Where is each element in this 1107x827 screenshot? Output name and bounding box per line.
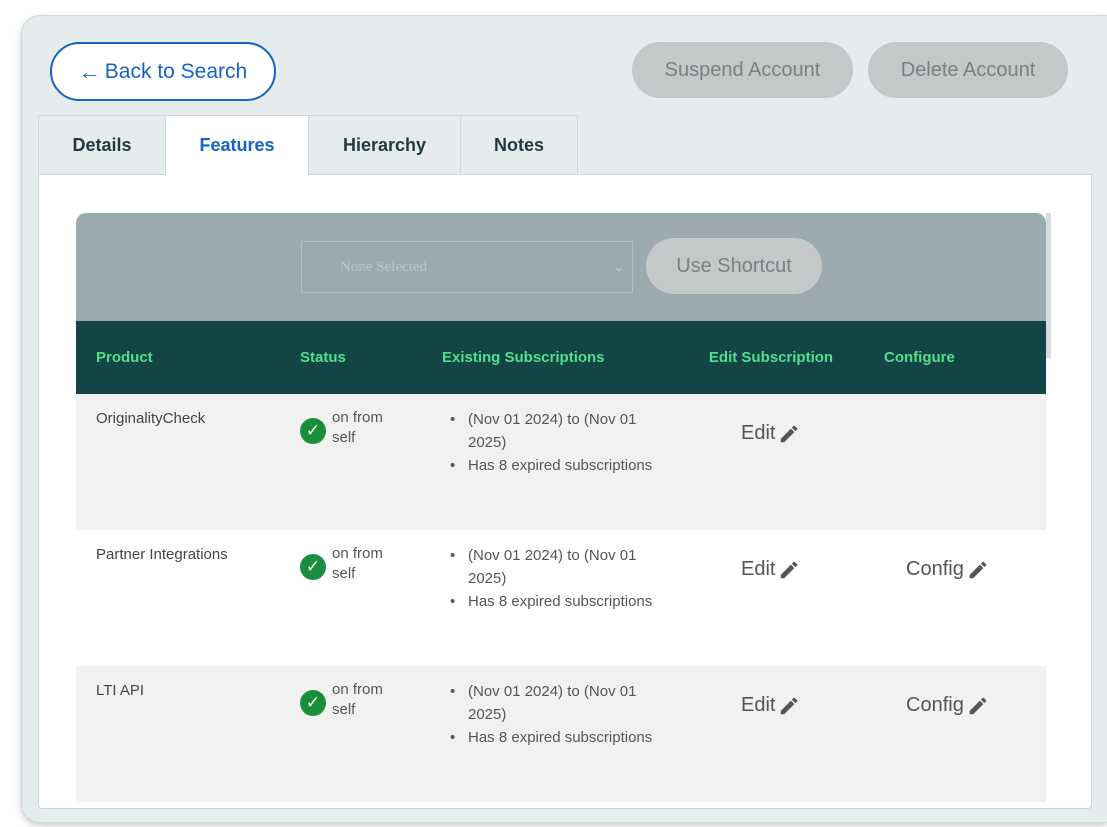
edit-subscription-link[interactable]: Edit <box>741 694 800 717</box>
subscription-period: (Nov 01 2024) to (Nov 01 2025) <box>446 408 656 454</box>
table-header: Product Status Existing Subscriptions Ed… <box>76 321 1046 394</box>
tab-notes[interactable]: Notes <box>460 115 578 175</box>
table-row: Partner Integrations ✓ on from self (Nov… <box>76 530 1046 666</box>
subscriptions-cell: (Nov 01 2024) to (Nov 01 2025) Has 8 exp… <box>446 544 656 613</box>
status-text: on from self <box>332 409 383 446</box>
pencil-icon <box>781 425 798 442</box>
status-text: on from self <box>332 681 383 718</box>
shortcut-select-value: None Selected <box>340 258 428 275</box>
column-header-status: Status <box>300 349 346 366</box>
check-circle-icon: ✓ <box>300 690 326 716</box>
pencil-icon <box>781 561 798 578</box>
tab-features[interactable]: Features <box>165 115 309 176</box>
back-to-search-button[interactable]: ← Back to Search <box>50 42 276 101</box>
column-header-existing-subscriptions: Existing Subscriptions <box>442 349 605 366</box>
pencil-icon <box>969 697 987 714</box>
features-table: Product Status Existing Subscriptions Ed… <box>76 321 1046 802</box>
suspend-account-button[interactable]: Suspend Account <box>632 42 853 98</box>
product-name: LTI API <box>96 682 145 699</box>
delete-account-button[interactable]: Delete Account <box>868 42 1068 98</box>
chevron-down-icon: ⌄ <box>613 259 624 275</box>
subscription-period: (Nov 01 2024) to (Nov 01 2025) <box>446 544 656 590</box>
subscription-period: (Nov 01 2024) to (Nov 01 2025) <box>446 680 656 726</box>
product-name: Partner Integrations <box>96 546 228 563</box>
shortcut-select[interactable]: None Selected ⌄ <box>301 241 633 293</box>
features-panel: None Selected ⌄ Use Shortcut Product Sta… <box>38 174 1092 809</box>
status-text: on from self <box>332 545 383 582</box>
shortcut-bar: None Selected ⌄ Use Shortcut <box>76 213 1046 321</box>
back-to-search-label: Back to Search <box>104 59 248 83</box>
table-row: OriginalityCheck ✓ on from self (Nov 01 … <box>76 394 1046 530</box>
tab-details[interactable]: Details <box>38 115 166 175</box>
tab-hierarchy[interactable]: Hierarchy <box>308 115 461 175</box>
edit-label: Edit <box>741 694 776 716</box>
use-shortcut-button[interactable]: Use Shortcut <box>646 238 822 294</box>
table-row: LTI API ✓ on from self (Nov 01 2024) to … <box>76 666 1046 802</box>
config-label: Config <box>906 694 964 716</box>
edit-label: Edit <box>741 558 776 580</box>
subscriptions-cell: (Nov 01 2024) to (Nov 01 2025) Has 8 exp… <box>446 408 656 477</box>
expired-subscriptions-note: Has 8 expired subscriptions <box>446 726 656 749</box>
status-cell: ✓ on from self <box>300 680 402 720</box>
check-circle-icon: ✓ <box>300 418 326 444</box>
edit-subscription-link[interactable]: Edit <box>741 558 800 581</box>
configure-link[interactable]: Config <box>906 558 989 581</box>
product-name: OriginalityCheck <box>96 410 206 427</box>
pencil-icon <box>969 561 987 578</box>
configure-link[interactable]: Config <box>906 694 989 717</box>
subscriptions-cell: (Nov 01 2024) to (Nov 01 2025) Has 8 exp… <box>446 680 656 749</box>
edit-subscription-link[interactable]: Edit <box>741 422 800 445</box>
pencil-icon <box>781 697 798 714</box>
column-header-product: Product <box>96 349 153 366</box>
config-label: Config <box>906 558 964 580</box>
status-cell: ✓ on from self <box>300 544 402 584</box>
expired-subscriptions-note: Has 8 expired subscriptions <box>446 590 656 613</box>
edit-label: Edit <box>741 422 776 444</box>
scrollbar[interactable] <box>1046 213 1051 358</box>
status-cell: ✓ on from self <box>300 408 402 448</box>
arrow-left-icon: ← <box>78 58 101 84</box>
column-header-configure: Configure <box>884 349 955 366</box>
column-header-edit-subscription: Edit Subscription <box>708 348 834 366</box>
expired-subscriptions-note: Has 8 expired subscriptions <box>446 454 656 477</box>
account-window: ← Back to Search Suspend Account Delete … <box>22 16 1107 822</box>
check-circle-icon: ✓ <box>300 554 326 580</box>
